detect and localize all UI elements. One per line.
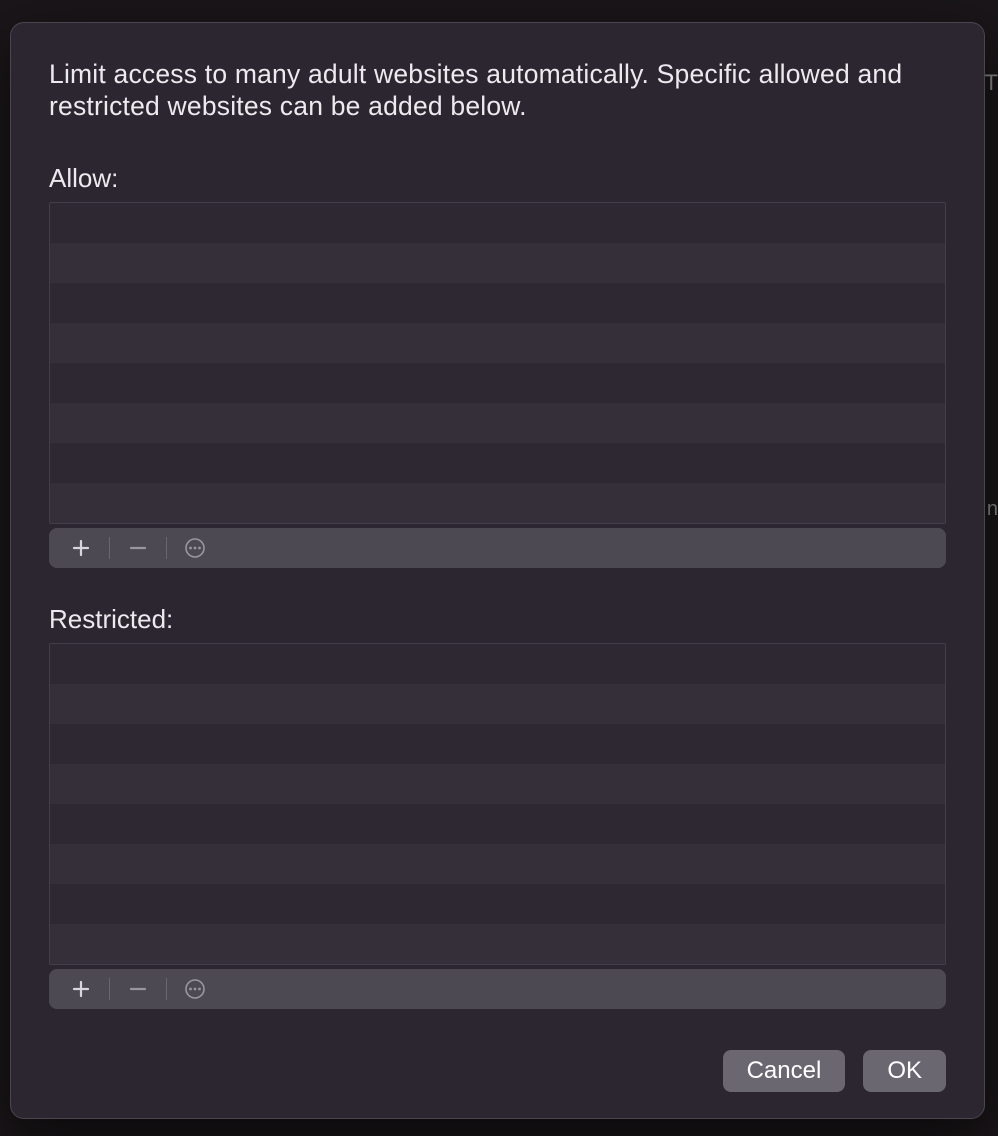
restricted-list[interactable] bbox=[49, 643, 946, 965]
list-item[interactable] bbox=[50, 243, 945, 283]
allow-section: Allow: bbox=[49, 163, 946, 604]
dialog-footer: Cancel OK bbox=[49, 1040, 946, 1092]
list-item[interactable] bbox=[50, 844, 945, 884]
list-item[interactable] bbox=[50, 924, 945, 964]
list-item[interactable] bbox=[50, 764, 945, 804]
plus-icon bbox=[71, 538, 91, 558]
list-item[interactable] bbox=[50, 443, 945, 483]
allow-label: Allow: bbox=[49, 163, 946, 194]
background-glyph: T bbox=[985, 70, 998, 96]
list-item[interactable] bbox=[50, 283, 945, 323]
more-icon bbox=[184, 978, 206, 1000]
list-item[interactable] bbox=[50, 724, 945, 764]
cancel-button[interactable]: Cancel bbox=[723, 1050, 846, 1092]
list-item[interactable] bbox=[50, 483, 945, 523]
restricted-list-toolbar bbox=[49, 969, 946, 1009]
minus-icon bbox=[128, 538, 148, 558]
plus-icon bbox=[71, 979, 91, 999]
list-item[interactable] bbox=[50, 804, 945, 844]
list-item[interactable] bbox=[50, 884, 945, 924]
list-item[interactable] bbox=[50, 323, 945, 363]
more-allow-button[interactable] bbox=[167, 528, 223, 568]
add-restricted-button[interactable] bbox=[53, 969, 109, 1009]
list-item[interactable] bbox=[50, 684, 945, 724]
add-allow-button[interactable] bbox=[53, 528, 109, 568]
ok-button[interactable]: OK bbox=[863, 1050, 946, 1092]
list-item[interactable] bbox=[50, 203, 945, 243]
more-restricted-button[interactable] bbox=[167, 969, 223, 1009]
allow-list[interactable] bbox=[49, 202, 946, 524]
more-icon bbox=[184, 537, 206, 559]
list-item[interactable] bbox=[50, 644, 945, 684]
remove-restricted-button[interactable] bbox=[110, 969, 166, 1009]
restricted-section: Restricted: bbox=[49, 604, 946, 1009]
restricted-label: Restricted: bbox=[49, 604, 946, 635]
dialog-description: Limit access to many adult websites auto… bbox=[49, 59, 946, 123]
list-item[interactable] bbox=[50, 403, 945, 443]
allow-list-toolbar bbox=[49, 528, 946, 568]
background-glyph-2: n bbox=[987, 498, 998, 521]
remove-allow-button[interactable] bbox=[110, 528, 166, 568]
minus-icon bbox=[128, 979, 148, 999]
list-item[interactable] bbox=[50, 363, 945, 403]
website-restrictions-dialog: Limit access to many adult websites auto… bbox=[10, 22, 985, 1119]
